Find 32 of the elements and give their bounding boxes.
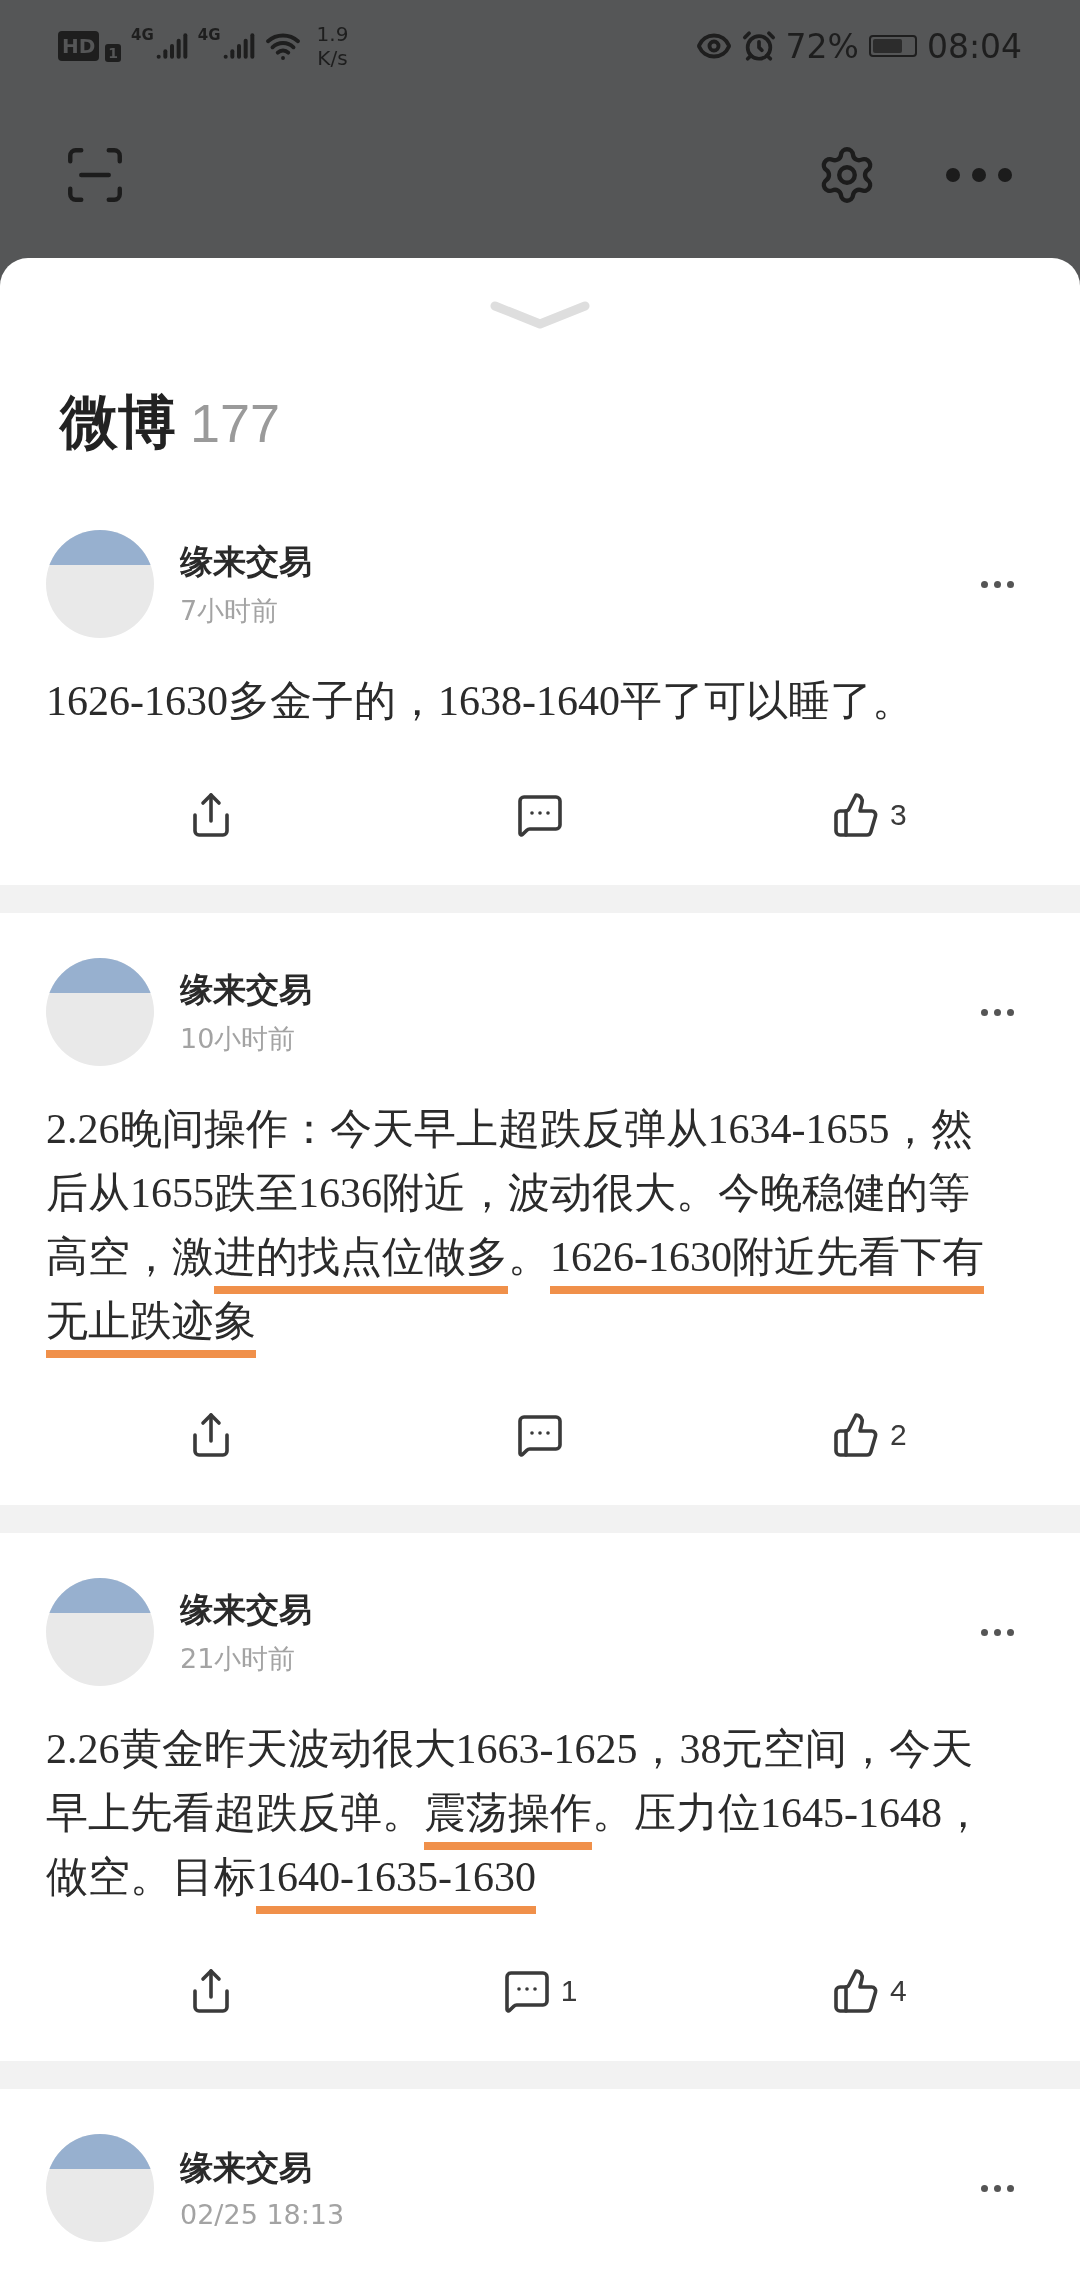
post-text: 2.26晚间操作：今天早上超跌反弹从1634-1655，然后从1655跌至1636附近，波动很大。今晚稳健的等高空，激进的找点位做多。1626-1630附近先看下有无止跌迹象 — [46, 1097, 1034, 1365]
post-text: 1626-1630多金子的，1638-1640平了可以睡了。 — [46, 677, 915, 726]
comment-button[interactable]: 1 — [375, 1959, 705, 2023]
hd-badge: HD — [58, 31, 100, 61]
sim-badge: 1 — [105, 44, 122, 62]
network-speed: 1.9 — [316, 22, 349, 46]
like-button[interactable]: 4 — [704, 1959, 1034, 2023]
network-type: 4G — [197, 26, 221, 44]
section-title: 微博 — [60, 387, 176, 458]
signal-icon — [155, 30, 188, 62]
signal-icon — [222, 30, 255, 62]
battery-icon — [868, 35, 917, 57]
post-text: 2.26黄金昨天波动很大1663-1625，38元空间，今天早上先看超跌反弹。震荡操作。压力位1645-1648，做空。目标1640-1635-1630 — [46, 1717, 1034, 1921]
network-type: 4G — [131, 26, 154, 44]
author-name[interactable]: 缘来交易 — [180, 2146, 947, 2191]
clock: 08:04 — [926, 26, 1022, 66]
post-time: 10小时前 — [180, 1021, 297, 1056]
like-button[interactable]: 2 — [704, 1403, 1034, 1467]
post-time: 7小时前 — [180, 593, 280, 628]
author-name[interactable]: 缘来交易 — [180, 539, 947, 585]
post-time: 21小时前 — [180, 1641, 297, 1676]
battery-percent: 72% — [785, 26, 859, 66]
thumbs-up-icon — [832, 1411, 880, 1459]
author-name[interactable]: 缘来交易 — [180, 1587, 947, 1633]
speed-unit: K/s — [317, 46, 348, 70]
post-time: 02/25 18:13 — [180, 2199, 346, 2230]
alarm-icon — [741, 29, 776, 63]
thumbs-up-icon — [832, 791, 880, 839]
author-name[interactable]: 缘来交易 — [180, 967, 947, 1013]
like-button[interactable]: 3 — [704, 783, 1034, 847]
thumbs-up-icon — [832, 1967, 880, 2015]
post-count: 177 — [190, 392, 281, 454]
